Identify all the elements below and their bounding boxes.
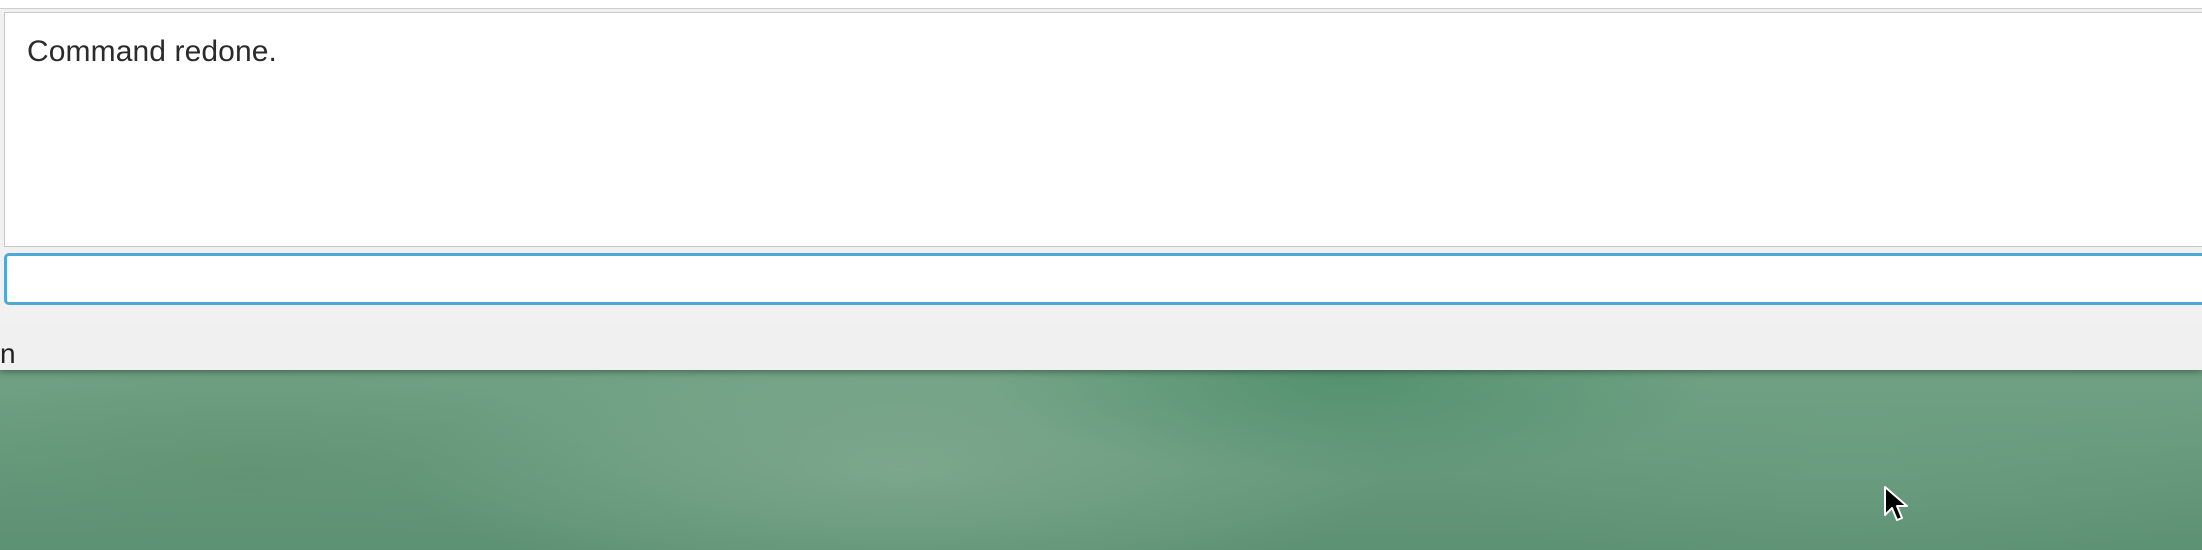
window-top-edge [0,0,2202,9]
status-bar-text: n [0,338,16,369]
app-window: Command redone. n [0,0,2202,370]
command-input[interactable] [4,253,2202,305]
status-bar: n [0,322,2202,370]
screen: Command redone. n [0,0,2202,550]
mouse-pointer-icon [1884,486,1908,521]
result-message: Command redone. [27,35,277,68]
result-display: Command redone. [4,12,2202,247]
